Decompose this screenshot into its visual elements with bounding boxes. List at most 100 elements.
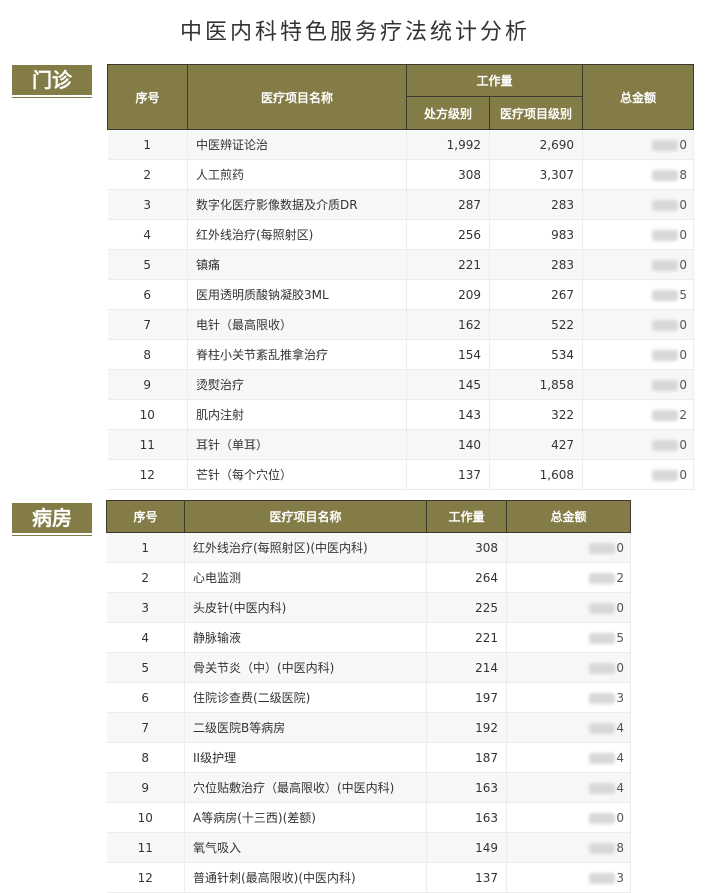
redacted-amount: [652, 199, 679, 211]
workload-cell: 192: [426, 712, 507, 743]
table-row: 12 芒针（每个穴位） 137 1,608 0: [107, 459, 695, 490]
amount-last-digit: 0: [679, 437, 688, 452]
amount-last-digit: 5: [616, 630, 624, 645]
amount-cell: 0: [582, 339, 695, 370]
amount-cell: 5: [506, 622, 631, 653]
rx-level-cell: 308: [406, 159, 490, 190]
workload-cell: 163: [426, 772, 507, 803]
amount-cell: 8: [582, 159, 695, 190]
name-cell: A等病房(十三西)(差额): [184, 802, 427, 833]
amount-last-digit: 3: [616, 870, 624, 885]
workload-cell: 221: [426, 622, 507, 653]
amount-last-digit: 0: [679, 467, 688, 482]
name-cell: 数字化医疗影像数据及介质DR: [187, 189, 407, 220]
name-cell: II级护理: [184, 742, 427, 773]
table-row: 5 镇痛 221 283 0: [107, 249, 695, 280]
page-title: 中医内科特色服务疗法统计分析: [179, 20, 530, 45]
amount-last-digit: 4: [616, 720, 624, 735]
index-cell: 4: [107, 219, 188, 250]
name-cell: 芒针（每个穴位）: [187, 459, 407, 490]
redacted-amount: [589, 632, 616, 644]
amount-last-digit: 4: [616, 780, 624, 795]
rx-level-cell: 1,992: [406, 129, 490, 160]
table-row: 11 氧气吸入 149 8: [106, 832, 631, 863]
index-cell: 8: [106, 742, 185, 773]
amount-cell: 0: [582, 249, 695, 280]
amount-cell: 0: [506, 802, 631, 833]
amount-last-digit: 0: [616, 600, 624, 615]
amount-last-digit: 0: [679, 317, 688, 332]
amount-last-digit: 4: [616, 750, 624, 765]
table-row: 6 住院诊查费(二级医院) 197 3: [106, 682, 631, 713]
workload-cell: 225: [426, 592, 507, 623]
amount-cell: 2: [506, 562, 631, 593]
rx-level-cell: 145: [406, 369, 490, 400]
amount-cell: 5: [582, 279, 695, 310]
redacted-amount: [652, 349, 679, 361]
rx-level-cell: 137: [406, 459, 490, 490]
redacted-amount: [589, 542, 616, 554]
amount-cell: 0: [506, 532, 631, 563]
index-cell: 12: [106, 862, 185, 893]
outpatient-table: 序号 医疗项目名称 工作量 总金额 处方级别 医疗项目级别 1 中医辨证论治 1,9…: [107, 64, 695, 490]
name-cell: 医用透明质酸钠凝胶3ML: [187, 279, 407, 310]
ward-label-underline: [12, 535, 92, 536]
table-row: 5 骨关节炎（中）(中医内科) 214 0: [106, 652, 631, 683]
item-level-cell: 1,608: [489, 459, 584, 490]
amount-last-digit: 0: [679, 227, 688, 242]
header-index: 序号: [106, 500, 185, 533]
item-level-cell: 322: [489, 399, 584, 430]
item-level-cell: 534: [489, 339, 584, 370]
workload-cell: 163: [426, 802, 507, 833]
name-cell: 中医辨证论治: [187, 129, 407, 160]
name-cell: 头皮针(中医内科): [184, 592, 427, 623]
amount-last-digit: 2: [616, 570, 624, 585]
redacted-amount: [652, 409, 679, 421]
item-level-cell: 267: [489, 279, 584, 310]
redacted-amount: [589, 812, 616, 824]
item-level-cell: 522: [489, 309, 584, 340]
outpatient-label: 门诊: [12, 65, 92, 98]
name-cell: 普通针刺(最高限收)(中医内科): [184, 862, 427, 893]
name-cell: 红外线治疗(每照射区)(中医内科): [184, 532, 427, 563]
header-workload: 工作量: [405, 64, 584, 97]
redacted-amount: [652, 229, 679, 241]
amount-last-digit: 5: [679, 287, 688, 302]
amount-cell: 0: [582, 459, 695, 490]
amount-cell: 3: [506, 682, 631, 713]
amount-cell: 8: [506, 832, 631, 863]
name-cell: 肌内注射: [187, 399, 407, 430]
table-row: 7 二级医院B等病房 192 4: [106, 712, 631, 743]
workload-cell: 187: [426, 742, 507, 773]
redacted-amount: [589, 602, 616, 614]
header-item-level: 医疗项目级别: [488, 96, 584, 130]
workload-cell: 214: [426, 652, 507, 683]
header-workload: 工作量: [426, 500, 507, 533]
ward-label: 病房: [12, 503, 92, 536]
amount-last-digit: 0: [679, 347, 688, 362]
amount-last-digit: 0: [679, 257, 688, 272]
redacted-amount: [589, 692, 616, 704]
table-row: 8 II级护理 187 4: [106, 742, 631, 773]
amount-last-digit: 0: [679, 137, 688, 152]
index-cell: 10: [106, 802, 185, 833]
amount-last-digit: 0: [616, 540, 624, 555]
name-cell: 脊柱小关节紊乱推拿治疗: [187, 339, 407, 370]
workload-cell: 197: [426, 682, 507, 713]
amount-cell: 0: [582, 309, 695, 340]
index-cell: 1: [107, 129, 188, 160]
amount-last-digit: 0: [679, 197, 688, 212]
ward-table: 序号 医疗项目名称 工作量 总金额 1 红外线治疗(每照射区)(中医内科) 308 0…: [106, 500, 631, 893]
index-cell: 7: [107, 309, 188, 340]
amount-cell: 0: [582, 369, 695, 400]
name-cell: 人工煎药: [187, 159, 407, 190]
amount-cell: 4: [506, 712, 631, 743]
amount-last-digit: 8: [616, 840, 624, 855]
index-cell: 5: [106, 652, 185, 683]
rx-level-cell: 162: [406, 309, 490, 340]
index-cell: 2: [107, 159, 188, 190]
amount-cell: 0: [506, 592, 631, 623]
name-cell: 二级医院B等病房: [184, 712, 427, 743]
workload-cell: 308: [426, 532, 507, 563]
index-cell: 9: [106, 772, 185, 803]
